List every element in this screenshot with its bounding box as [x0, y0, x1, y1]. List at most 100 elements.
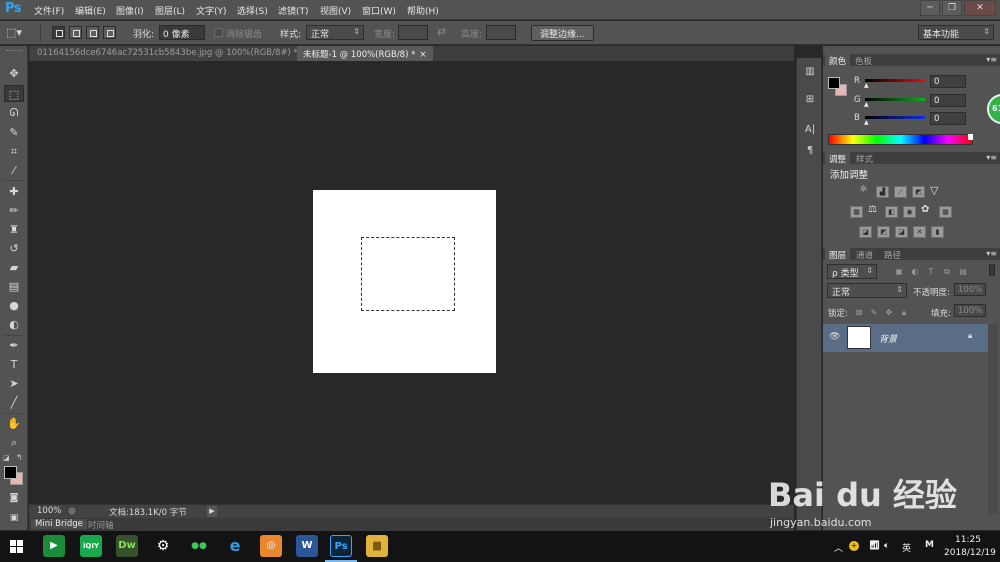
eraser-tool-icon[interactable]: ▰	[4, 259, 24, 276]
levels-icon[interactable]: ▟	[876, 186, 889, 198]
color-spectrum-bar[interactable]	[828, 134, 973, 145]
menu-layer[interactable]: 图层(L)	[155, 4, 185, 17]
clock-date[interactable]: 2018/12/19	[944, 548, 996, 558]
menu-select[interactable]: 选择(S)	[237, 4, 268, 17]
filter-smart-icon[interactable]: ▤	[957, 266, 969, 277]
subtract-selection-icon[interactable]	[86, 26, 99, 39]
move-tool-icon[interactable]: ✥	[4, 65, 24, 82]
screen-mode-icon[interactable]: ▣	[4, 510, 24, 527]
swap-colors-icon[interactable]: ↰	[16, 453, 24, 462]
menu-edit[interactable]: 编辑(E)	[75, 4, 106, 17]
color-balance-icon[interactable]: ⚖	[868, 204, 877, 215]
posterize-icon[interactable]: ◩	[877, 226, 890, 238]
lock-position-icon[interactable]: ✥	[883, 307, 895, 318]
intersect-selection-icon[interactable]	[103, 26, 116, 39]
tray-app-icon[interactable]: +	[849, 541, 859, 551]
menu-file[interactable]: 文件(F)	[34, 4, 64, 17]
spectrum-white-chip[interactable]	[968, 134, 973, 140]
wechat-icon[interactable]: ●●	[188, 535, 210, 557]
green-slider[interactable]	[865, 98, 925, 101]
tab-layers[interactable]: 图层	[825, 248, 851, 261]
blue-slider-thumb[interactable]: ▲	[864, 119, 869, 126]
floating-badge[interactable]: 61	[987, 94, 1000, 124]
black-white-icon[interactable]: ◧	[885, 206, 898, 218]
filter-pixel-icon[interactable]: ▣	[893, 266, 905, 277]
path-select-tool-icon[interactable]: ➤	[4, 375, 24, 392]
menu-help[interactable]: 帮助(H)	[407, 4, 439, 17]
tab-color[interactable]: 颜色	[825, 54, 851, 67]
close-tab-icon[interactable]: ×	[419, 50, 426, 60]
threshold-icon[interactable]: ◪	[895, 226, 908, 238]
settings-icon[interactable]: ⚙	[152, 535, 174, 557]
style-select[interactable]: 正常	[306, 25, 364, 40]
healing-tool-icon[interactable]: ✚	[4, 183, 24, 200]
red-value[interactable]: 0	[930, 75, 966, 88]
layers-scrollbar[interactable]	[988, 324, 998, 514]
filter-shape-icon[interactable]: ⧉	[941, 266, 953, 277]
status-info-icon[interactable]	[67, 506, 77, 516]
media-player-icon[interactable]: ▶	[43, 535, 65, 557]
foreground-color-swatch[interactable]	[4, 466, 17, 479]
word-icon[interactable]: W	[296, 535, 318, 557]
type-tool-icon[interactable]: T	[4, 356, 24, 373]
minimize-button[interactable]: ─	[920, 0, 940, 16]
layer-kind-filter[interactable]: ρ 类型	[827, 264, 877, 279]
menu-filter[interactable]: 滤镜(T)	[278, 4, 309, 17]
hue-saturation-icon[interactable]: ▦	[850, 206, 863, 218]
crop-tool-icon[interactable]: ⌗	[4, 143, 24, 160]
invert-icon[interactable]: ◪	[859, 226, 872, 238]
menu-view[interactable]: 视图(V)	[320, 4, 351, 17]
eyedropper-tool-icon[interactable]: ⁄	[4, 162, 24, 179]
color-lookup-icon[interactable]: ▦	[939, 206, 952, 218]
width-input[interactable]	[398, 25, 428, 40]
channel-mixer-icon[interactable]: ✿	[921, 204, 929, 215]
filter-toggle[interactable]	[989, 264, 995, 276]
ie-icon[interactable]: e	[224, 535, 246, 557]
red-slider[interactable]	[865, 79, 925, 82]
exposure-icon[interactable]: ◩	[912, 186, 925, 198]
ime-mode-icon[interactable]: M	[925, 540, 934, 550]
lock-pixels-icon[interactable]: ✎	[868, 307, 880, 318]
refine-edge-button[interactable]: 调整边缘...	[531, 25, 594, 41]
menu-image[interactable]: 图像(I)	[116, 4, 144, 17]
opacity-input[interactable]: 100%	[954, 283, 986, 296]
tab-document-1[interactable]: 01164156dce6746ac72531cb5843be.jpg @ 100…	[31, 46, 315, 61]
foreground-color-chip[interactable]	[828, 77, 840, 89]
photo-filter-icon[interactable]: ◉	[903, 206, 916, 218]
tray-expand-icon[interactable]: ︿	[834, 541, 843, 554]
tab-paths[interactable]: 路径	[880, 248, 905, 261]
swap-icon[interactable]: ⇄	[437, 25, 446, 38]
panel-menu-icon[interactable]: ▾≡	[986, 249, 997, 258]
lock-all-icon[interactable]: 🔒︎	[898, 307, 910, 318]
curves-icon[interactable]: ⟋	[894, 186, 907, 198]
quick-select-tool-icon[interactable]: ✎	[4, 124, 24, 141]
ime-indicator[interactable]: 英	[902, 541, 911, 554]
close-button[interactable]: ✕	[964, 0, 996, 16]
green-slider-thumb[interactable]: ▲	[864, 101, 869, 108]
history-brush-tool-icon[interactable]: ↺	[4, 240, 24, 257]
dodge-tool-icon[interactable]: ◐	[4, 316, 24, 333]
panel-grip[interactable]	[6, 50, 22, 52]
panel-menu-icon[interactable]: ▾≡	[986, 55, 997, 64]
new-selection-icon[interactable]	[52, 26, 65, 39]
filter-type-icon[interactable]: T	[925, 266, 937, 277]
zoom-level[interactable]: 100%	[37, 506, 61, 516]
fill-input[interactable]: 100%	[954, 304, 986, 317]
properties-panel-icon[interactable]: ⊞	[801, 92, 819, 108]
antialias-checkbox[interactable]	[214, 28, 223, 37]
paragraph-panel-icon[interactable]: ¶	[801, 143, 819, 159]
marquee-tool-icon[interactable]: ⬚	[4, 85, 24, 102]
default-colors-icon[interactable]: ◪	[3, 454, 11, 462]
network-icon[interactable]: 📶︎	[869, 541, 880, 551]
gradient-map-icon[interactable]: ▮	[931, 226, 944, 238]
file-explorer-icon[interactable]: ▆	[366, 535, 388, 557]
volume-icon[interactable]: 🔈︎	[884, 541, 889, 551]
blur-tool-icon[interactable]: ●	[4, 297, 24, 314]
vibrance-icon[interactable]: ▽	[930, 184, 938, 197]
green-value[interactable]: 0	[930, 94, 966, 107]
layer-name[interactable]: 背景	[879, 332, 897, 345]
tab-channels[interactable]: 通道	[852, 248, 877, 261]
red-slider-thumb[interactable]: ▲	[864, 82, 869, 89]
feather-input[interactable]: 0 像素	[159, 25, 205, 40]
dreamweaver-icon[interactable]: Dw	[116, 535, 138, 557]
